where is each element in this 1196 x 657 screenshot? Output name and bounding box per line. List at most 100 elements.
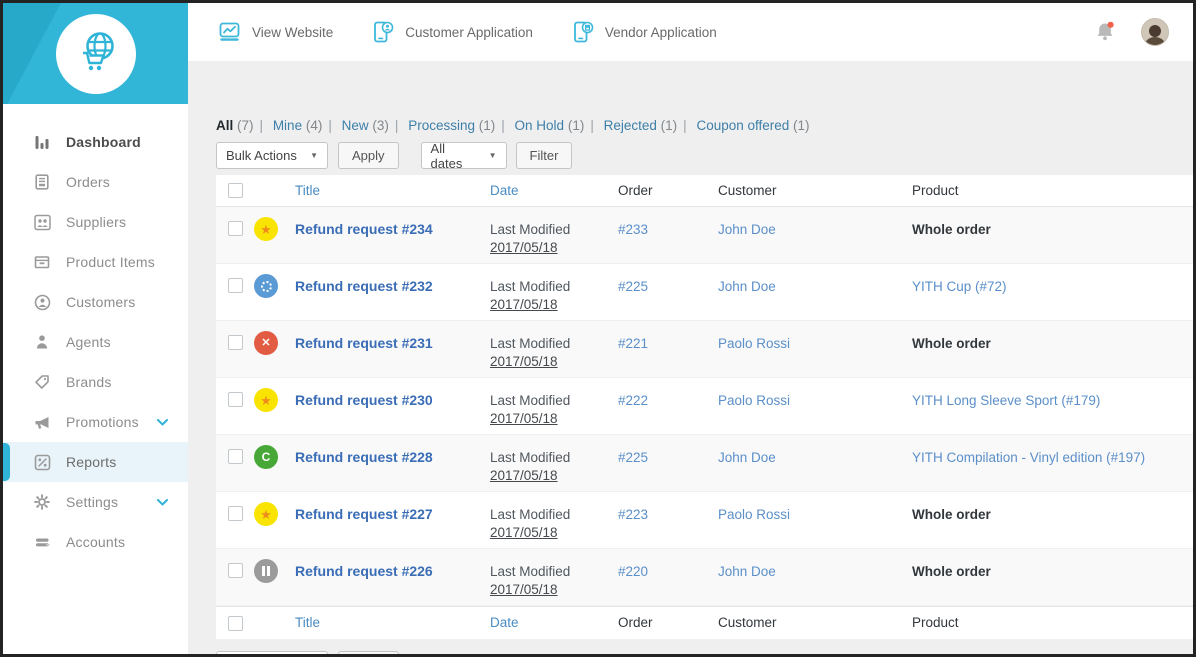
vendor-application-link[interactable]: Vendor Application	[571, 20, 717, 44]
column-date[interactable]: Date	[490, 183, 519, 198]
refund-request-link[interactable]: Refund request #234	[295, 221, 433, 237]
column-title[interactable]: Title	[295, 183, 320, 198]
refund-request-link[interactable]: Refund request #230	[295, 392, 433, 408]
view-website-label: View Website	[252, 24, 334, 40]
row-checkbox[interactable]	[228, 563, 243, 578]
apply-button[interactable]: Apply	[338, 142, 399, 169]
refund-request-link[interactable]: Refund request #231	[295, 335, 433, 351]
sidebar-item-label: Brands	[66, 374, 112, 390]
new-star-icon: ★	[254, 502, 278, 526]
customer-application-link[interactable]: Customer Application	[371, 20, 533, 44]
table-row: Refund request #226 Last Modified 2017/05…	[216, 549, 1193, 606]
globe-cart-icon	[72, 27, 120, 80]
filter-mine-link[interactable]: Mine	[273, 118, 302, 133]
filter-processing-link[interactable]: Processing	[408, 118, 475, 133]
product-value: Whole order	[912, 222, 991, 237]
sidebar-item-agents[interactable]: Agents	[3, 322, 188, 362]
order-link[interactable]: #222	[618, 393, 648, 408]
filter-rejected[interactable]: Rejected (1)	[604, 118, 678, 133]
sidebar-item-accounts[interactable]: Accounts	[3, 522, 188, 562]
sidebar-item-suppliers[interactable]: Suppliers	[3, 202, 188, 242]
product-link[interactable]: YITH Compilation - Vinyl edition (#197)	[912, 450, 1145, 465]
customer-link[interactable]: John Doe	[718, 222, 776, 237]
refund-requests-table: Title Date Order Customer Product ★ Refu…	[216, 175, 1193, 639]
select-all-checkbox[interactable]	[228, 183, 243, 198]
order-link[interactable]: #221	[618, 336, 648, 351]
all-dates-select[interactable]: All dates ▼	[420, 141, 507, 171]
filter-processing[interactable]: Processing (1)	[408, 118, 495, 133]
column-date[interactable]: Date	[490, 615, 519, 630]
product-link[interactable]: YITH Cup (#72)	[912, 279, 1007, 294]
sidebar-item-customers[interactable]: Customers	[3, 282, 188, 322]
sidebar-item-reports[interactable]: Reports	[3, 442, 188, 482]
date-label: Last Modified	[490, 450, 571, 465]
filter-separator: |	[394, 118, 399, 133]
reports-icon	[33, 453, 51, 471]
logo[interactable]	[55, 13, 136, 94]
bulk-actions-select-bottom[interactable]: Bulk Actions▼	[216, 651, 328, 654]
filter-all-link[interactable]: All	[216, 118, 233, 133]
notifications-bell-icon[interactable]	[1093, 20, 1117, 44]
date-link[interactable]: 2017/05/18	[490, 468, 558, 483]
filter-all[interactable]: All (7)	[216, 118, 254, 133]
refund-request-link[interactable]: Refund request #228	[295, 449, 433, 465]
sidebar-item-dashboard[interactable]: Dashboard	[3, 122, 188, 162]
customer-link[interactable]: Paolo Rossi	[718, 507, 790, 522]
rejected-icon: ✕	[254, 331, 278, 355]
dashboard-icon	[33, 133, 51, 151]
sidebar-item-settings[interactable]: Settings	[3, 482, 188, 522]
filter-coupon-offered[interactable]: Coupon offered (1)	[696, 118, 809, 133]
date-link[interactable]: 2017/05/18	[490, 582, 558, 597]
column-title[interactable]: Title	[295, 615, 320, 630]
refund-request-link[interactable]: Refund request #227	[295, 506, 433, 522]
row-checkbox[interactable]	[228, 449, 243, 464]
date-link[interactable]: 2017/05/18	[490, 297, 558, 312]
sidebar-item-orders[interactable]: Orders	[3, 162, 188, 202]
view-website-link[interactable]: View Website	[218, 20, 333, 44]
order-link[interactable]: #225	[618, 450, 648, 465]
date-link[interactable]: 2017/05/18	[490, 411, 558, 426]
filter-button[interactable]: Filter	[515, 142, 573, 169]
customer-link[interactable]: John Doe	[718, 564, 776, 579]
user-avatar[interactable]	[1141, 18, 1169, 46]
apply-button-bottom[interactable]: Apply	[338, 651, 399, 654]
order-link[interactable]: #233	[618, 222, 648, 237]
order-link[interactable]: #225	[618, 279, 648, 294]
filter-on-hold[interactable]: On Hold (1)	[515, 118, 585, 133]
order-link[interactable]: #223	[618, 507, 648, 522]
date-link[interactable]: 2017/05/18	[490, 240, 558, 255]
date-link[interactable]: 2017/05/18	[490, 525, 558, 540]
row-checkbox[interactable]	[228, 506, 243, 521]
order-link[interactable]: #220	[618, 564, 648, 579]
filter-count: (1)	[793, 118, 810, 133]
chevron-down-icon	[157, 493, 168, 511]
bulk-actions-select[interactable]: Bulk Actions ▼	[216, 142, 328, 169]
customer-link[interactable]: Paolo Rossi	[718, 336, 790, 351]
customer-link[interactable]: Paolo Rossi	[718, 393, 790, 408]
table-row: ★ Refund request #234 Last Modified 2017/…	[216, 207, 1193, 264]
filter-coupon-offered-link[interactable]: Coupon offered	[696, 118, 789, 133]
filter-mine[interactable]: Mine (4)	[273, 118, 323, 133]
filter-new-link[interactable]: New	[342, 118, 369, 133]
row-checkbox[interactable]	[228, 221, 243, 236]
refund-request-link[interactable]: Refund request #232	[295, 278, 433, 294]
refund-request-link[interactable]: Refund request #226	[295, 563, 433, 579]
select-all-checkbox[interactable]	[228, 615, 243, 631]
filter-on-hold-link[interactable]: On Hold	[515, 118, 565, 133]
customer-link[interactable]: John Doe	[718, 279, 776, 294]
row-checkbox[interactable]	[228, 392, 243, 407]
row-checkbox[interactable]	[228, 335, 243, 350]
filter-rejected-link[interactable]: Rejected	[604, 118, 657, 133]
sidebar-item-promotions[interactable]: Promotions	[3, 402, 188, 442]
sidebar-item-product-items[interactable]: Product Items	[3, 242, 188, 282]
sidebar-item-brands[interactable]: Brands	[3, 362, 188, 402]
filter-new[interactable]: New (3)	[342, 118, 389, 133]
coupon-offered-icon: C	[254, 445, 278, 469]
row-checkbox[interactable]	[228, 278, 243, 293]
customer-link[interactable]: John Doe	[718, 450, 776, 465]
filter-count: (4)	[305, 118, 323, 133]
date-label: Last Modified	[490, 279, 571, 294]
product-link[interactable]: YITH Long Sleeve Sport (#179)	[912, 393, 1100, 408]
filter-separator: |	[259, 118, 264, 133]
date-link[interactable]: 2017/05/18	[490, 354, 558, 369]
